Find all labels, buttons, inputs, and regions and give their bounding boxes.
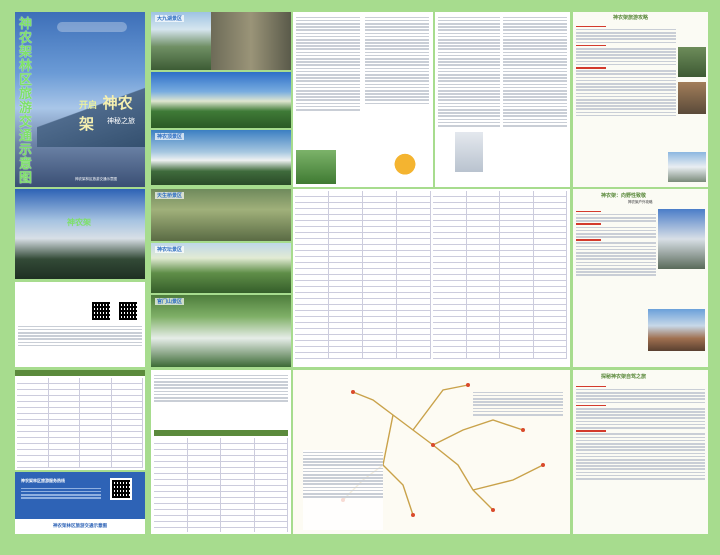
photo-wild-1 [658,209,705,269]
info-column-a [293,12,433,187]
guide-title: 神农架旅游攻略 [613,15,649,21]
drive-title: 探秘神农架自驾之旅 [601,374,647,380]
hotline-banner: 神农架林区旅游服务热线 神农架林区旅游交通示意图 [15,472,145,534]
photo-guide-2 [678,82,706,114]
photo-dajiuhu: 大九湖景区 [151,12,291,70]
photo-tiansheng: 天生桥景区 [151,189,291,241]
cover-vertical-title: 神农架林区旅游交通示意图 [19,17,33,186]
photo-winter: 神农架 [15,189,145,279]
cover-slogan: 开启 神农架 [79,94,133,133]
photo-guide-3 [668,152,706,182]
section-label-dajiuhu: 大九湖景区 [155,15,185,22]
photo-building [455,132,483,172]
photo-guanmenshan: 官门山景区 [151,295,291,367]
map-sheet: 神农架林区旅游交通示意图 开启 神农架 神秘之旅 神农架林区旅游交通示意图 大九… [0,0,720,555]
winter-label: 神农架 [67,217,91,227]
route-legend [303,450,383,530]
cover-slogan-sub: 神秘之旅 [107,117,135,125]
photo-shennongtan: 神农坛景区 [151,243,291,293]
cover-panel: 神农架林区旅游交通示意图 开启 神农架 神秘之旅 神农架林区旅游交通示意图 [15,12,145,187]
photo-lake [151,72,291,128]
info-column-b [435,12,570,187]
photo-tea-field [296,150,336,184]
photo-wild-2 [648,309,705,351]
hotel-table [151,370,291,534]
hotline-table [15,370,145,470]
qr-code-1 [90,300,112,322]
section-label-tiansheng: 天生桥景区 [155,192,185,199]
wild-panel: 神农架：向野性致敬 神农架户外攻略 [573,189,708,367]
section-label-shennongtan: 神农坛景区 [155,246,185,253]
route-notes [473,390,563,450]
qr-code-3 [110,478,132,500]
section-label-shennongding: 神农顶景区 [155,133,185,140]
route-map [293,370,570,534]
wild-subtitle: 神农架户外攻略 [628,200,653,204]
photo-sea-of-clouds: 神农顶景区 [151,130,291,185]
qr-code-2 [117,300,139,322]
photo-honey [389,140,429,184]
hotline-bottom-title: 神农架林区旅游交通示意图 [15,519,145,534]
bus-schedule-table [293,189,570,367]
drive-panel: 探秘神农架自驾之旅 [573,370,708,534]
cover-icons-strip [57,22,127,32]
photo-guide-1 [678,47,706,77]
qr-panel [15,282,145,367]
cover-publisher: 神农架林区旅游交通示意图 [75,177,117,181]
wild-title: 神农架：向野性致敬 [601,193,647,199]
hotline-org: 神农架林区旅游服务热线 [21,478,65,483]
section-label-guanmenshan: 官门山景区 [155,298,185,305]
guide-panel: 神农架旅游攻略 [573,12,708,187]
